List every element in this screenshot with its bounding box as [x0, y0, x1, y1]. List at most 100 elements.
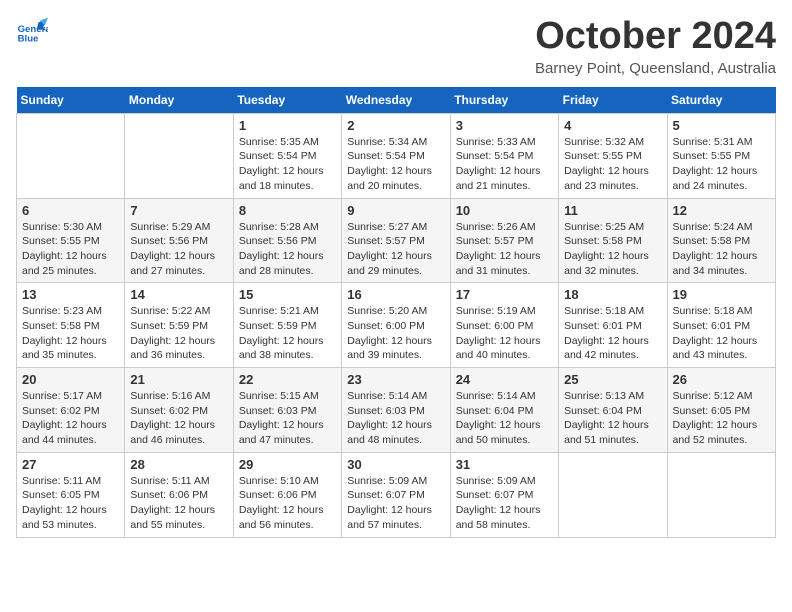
day-info: Sunrise: 5:24 AMSunset: 5:58 PMDaylight:… — [673, 220, 770, 279]
day-number: 21 — [130, 372, 227, 387]
day-info: Sunrise: 5:35 AMSunset: 5:54 PMDaylight:… — [239, 135, 336, 194]
day-number: 9 — [347, 203, 444, 218]
day-info: Sunrise: 5:14 AMSunset: 6:04 PMDaylight:… — [456, 389, 553, 448]
day-number: 19 — [673, 287, 770, 302]
page-header: General Blue October 2024 Barney Point, … — [16, 16, 776, 77]
col-friday: Friday — [559, 87, 667, 114]
day-info: Sunrise: 5:28 AMSunset: 5:56 PMDaylight:… — [239, 220, 336, 279]
day-number: 1 — [239, 118, 336, 133]
location-title: Barney Point, Queensland, Australia — [535, 60, 776, 77]
calendar-cell: 13 Sunrise: 5:23 AMSunset: 5:58 PMDayligh… — [17, 283, 125, 368]
day-info: Sunrise: 5:33 AMSunset: 5:54 PMDaylight:… — [456, 135, 553, 194]
day-info: Sunrise: 5:18 AMSunset: 6:01 PMDaylight:… — [564, 304, 661, 363]
day-info: Sunrise: 5:17 AMSunset: 6:02 PMDaylight:… — [22, 389, 119, 448]
calendar-cell: 19 Sunrise: 5:18 AMSunset: 6:01 PMDayligh… — [667, 283, 775, 368]
calendar-cell: 2 Sunrise: 5:34 AMSunset: 5:54 PMDaylight… — [342, 113, 450, 198]
day-info: Sunrise: 5:14 AMSunset: 6:03 PMDaylight:… — [347, 389, 444, 448]
calendar-cell — [559, 452, 667, 537]
calendar-cell: 26Sunrise: 5:12 AMSunset: 6:05 PMDayligh… — [667, 368, 775, 453]
calendar-cell: 31 Sunrise: 5:09 AMSunset: 6:07 PMDayligh… — [450, 452, 558, 537]
calendar-table: Sunday Monday Tuesday Wednesday Thursday… — [16, 87, 776, 538]
calendar-cell: 24 Sunrise: 5:14 AMSunset: 6:04 PMDayligh… — [450, 368, 558, 453]
calendar-cell: 4Sunrise: 5:32 AMSunset: 5:55 PMDaylight… — [559, 113, 667, 198]
calendar-cell: 11 Sunrise: 5:25 AMSunset: 5:58 PMDayligh… — [559, 198, 667, 283]
calendar-week-row: 20 Sunrise: 5:17 AMSunset: 6:02 PMDayligh… — [17, 368, 776, 453]
day-number: 22 — [239, 372, 336, 387]
day-info: Sunrise: 5:27 AMSunset: 5:57 PMDaylight:… — [347, 220, 444, 279]
day-info: Sunrise: 5:23 AMSunset: 5:58 PMDaylight:… — [22, 304, 119, 363]
day-info: Sunrise: 5:34 AMSunset: 5:54 PMDaylight:… — [347, 135, 444, 194]
calendar-week-row: 1 Sunrise: 5:35 AMSunset: 5:54 PMDaylight… — [17, 113, 776, 198]
day-number: 28 — [130, 457, 227, 472]
calendar-cell: 21 Sunrise: 5:16 AMSunset: 6:02 PMDayligh… — [125, 368, 233, 453]
calendar-cell: 18 Sunrise: 5:18 AMSunset: 6:01 PMDayligh… — [559, 283, 667, 368]
calendar-cell: 12 Sunrise: 5:24 AMSunset: 5:58 PMDayligh… — [667, 198, 775, 283]
svg-text:Blue: Blue — [18, 34, 39, 45]
calendar-cell: 29Sunrise: 5:10 AMSunset: 6:06 PMDayligh… — [233, 452, 341, 537]
day-number: 12 — [673, 203, 770, 218]
calendar-cell: 10 Sunrise: 5:26 AMSunset: 5:57 PMDayligh… — [450, 198, 558, 283]
calendar-week-row: 27Sunrise: 5:11 AMSunset: 6:05 PMDayligh… — [17, 452, 776, 537]
calendar-cell — [17, 113, 125, 198]
day-info: Sunrise: 5:13 AMSunset: 6:04 PMDaylight:… — [564, 389, 661, 448]
logo: General Blue — [16, 16, 48, 48]
calendar-cell: 14 Sunrise: 5:22 AMSunset: 5:59 PMDayligh… — [125, 283, 233, 368]
calendar-cell: 5Sunrise: 5:31 AMSunset: 5:55 PMDaylight… — [667, 113, 775, 198]
day-info: Sunrise: 5:20 AMSunset: 6:00 PMDaylight:… — [347, 304, 444, 363]
day-number: 18 — [564, 287, 661, 302]
day-number: 15 — [239, 287, 336, 302]
day-info: Sunrise: 5:25 AMSunset: 5:58 PMDaylight:… — [564, 220, 661, 279]
col-wednesday: Wednesday — [342, 87, 450, 114]
col-tuesday: Tuesday — [233, 87, 341, 114]
day-number: 23 — [347, 372, 444, 387]
day-info: Sunrise: 5:32 AMSunset: 5:55 PMDaylight:… — [564, 135, 661, 194]
day-number: 2 — [347, 118, 444, 133]
calendar-cell: 25 Sunrise: 5:13 AMSunset: 6:04 PMDayligh… — [559, 368, 667, 453]
day-number: 14 — [130, 287, 227, 302]
calendar-cell: 23 Sunrise: 5:14 AMSunset: 6:03 PMDayligh… — [342, 368, 450, 453]
calendar-cell: 16 Sunrise: 5:20 AMSunset: 6:00 PMDayligh… — [342, 283, 450, 368]
day-info: Sunrise: 5:30 AMSunset: 5:55 PMDaylight:… — [22, 220, 119, 279]
calendar-week-row: 13 Sunrise: 5:23 AMSunset: 5:58 PMDayligh… — [17, 283, 776, 368]
day-info: Sunrise: 5:21 AMSunset: 5:59 PMDaylight:… — [239, 304, 336, 363]
day-number: 25 — [564, 372, 661, 387]
day-number: 13 — [22, 287, 119, 302]
day-number: 24 — [456, 372, 553, 387]
day-info: Sunrise: 5:16 AMSunset: 6:02 PMDaylight:… — [130, 389, 227, 448]
day-info: Sunrise: 5:22 AMSunset: 5:59 PMDaylight:… — [130, 304, 227, 363]
calendar-cell: 8Sunrise: 5:28 AMSunset: 5:56 PMDaylight… — [233, 198, 341, 283]
calendar-cell: 30Sunrise: 5:09 AMSunset: 6:07 PMDayligh… — [342, 452, 450, 537]
day-number: 17 — [456, 287, 553, 302]
calendar-cell: 22 Sunrise: 5:15 AMSunset: 6:03 PMDayligh… — [233, 368, 341, 453]
calendar-cell: 3 Sunrise: 5:33 AMSunset: 5:54 PMDaylight… — [450, 113, 558, 198]
day-info: Sunrise: 5:10 AMSunset: 6:06 PMDaylight:… — [239, 474, 336, 533]
day-info: Sunrise: 5:09 AMSunset: 6:07 PMDaylight:… — [456, 474, 553, 533]
day-info: Sunrise: 5:26 AMSunset: 5:57 PMDaylight:… — [456, 220, 553, 279]
header-row: Sunday Monday Tuesday Wednesday Thursday… — [17, 87, 776, 114]
calendar-cell: 15 Sunrise: 5:21 AMSunset: 5:59 PMDayligh… — [233, 283, 341, 368]
calendar-cell: 9 Sunrise: 5:27 AMSunset: 5:57 PMDaylight… — [342, 198, 450, 283]
calendar-week-row: 6 Sunrise: 5:30 AMSunset: 5:55 PMDaylight… — [17, 198, 776, 283]
calendar-cell: 7Sunrise: 5:29 AMSunset: 5:56 PMDaylight… — [125, 198, 233, 283]
day-number: 20 — [22, 372, 119, 387]
day-number: 16 — [347, 287, 444, 302]
col-saturday: Saturday — [667, 87, 775, 114]
day-number: 3 — [456, 118, 553, 133]
day-number: 7 — [130, 203, 227, 218]
day-number: 27 — [22, 457, 119, 472]
title-section: October 2024 Barney Point, Queensland, A… — [535, 16, 776, 77]
calendar-cell: 17 Sunrise: 5:19 AMSunset: 6:00 PMDayligh… — [450, 283, 558, 368]
day-number: 11 — [564, 203, 661, 218]
day-number: 5 — [673, 118, 770, 133]
month-title: October 2024 — [535, 16, 776, 58]
day-number: 6 — [22, 203, 119, 218]
day-info: Sunrise: 5:12 AMSunset: 6:05 PMDaylight:… — [673, 389, 770, 448]
day-info: Sunrise: 5:19 AMSunset: 6:00 PMDaylight:… — [456, 304, 553, 363]
day-info: Sunrise: 5:15 AMSunset: 6:03 PMDaylight:… — [239, 389, 336, 448]
day-number: 30 — [347, 457, 444, 472]
col-thursday: Thursday — [450, 87, 558, 114]
calendar-cell: 20 Sunrise: 5:17 AMSunset: 6:02 PMDayligh… — [17, 368, 125, 453]
day-number: 10 — [456, 203, 553, 218]
day-info: Sunrise: 5:18 AMSunset: 6:01 PMDaylight:… — [673, 304, 770, 363]
day-number: 31 — [456, 457, 553, 472]
